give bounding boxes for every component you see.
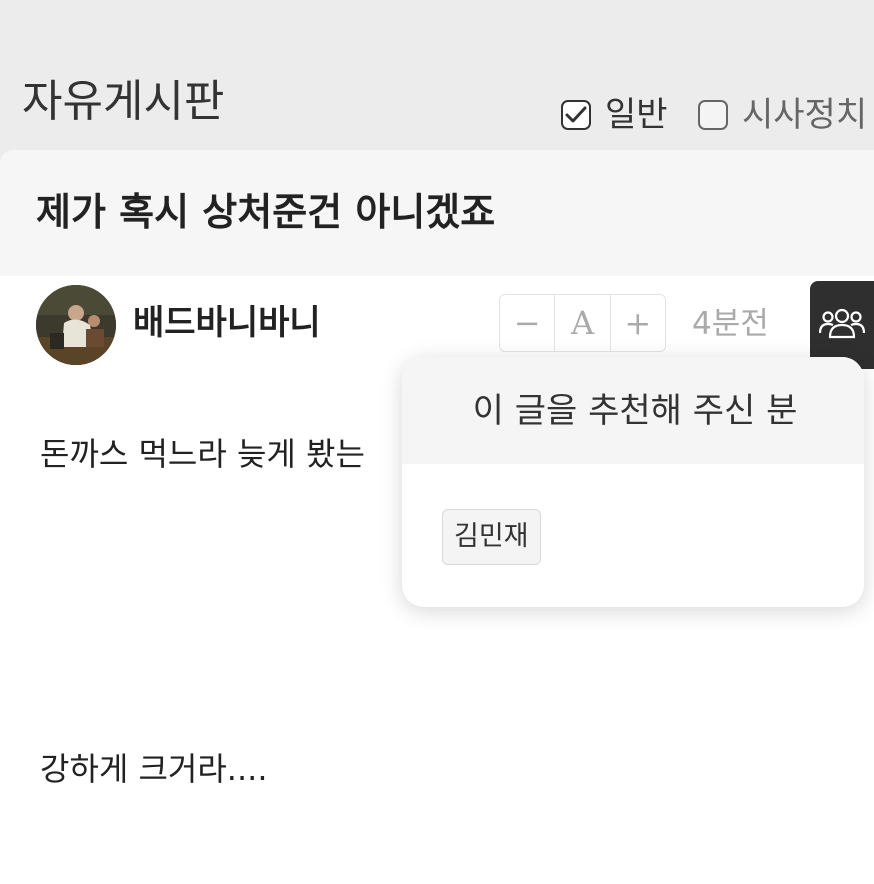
font-decrease-button[interactable]: − xyxy=(500,295,554,351)
checkbox-empty-icon[interactable] xyxy=(698,100,728,130)
recommender-chip[interactable]: 김민재 xyxy=(442,509,541,565)
category-filter-general[interactable]: 일반 xyxy=(561,93,668,137)
board-header: 자유게시판 일반 시사정치 xyxy=(0,0,874,150)
recommenders-popover: 이 글을 추천해 주신 분 김민재 xyxy=(402,357,864,607)
checkbox-checked-icon[interactable] xyxy=(561,100,591,130)
post-paragraph: 돈까스 먹느라 늦게 봤는 xyxy=(40,435,365,473)
font-reset-button[interactable]: A xyxy=(554,295,609,351)
avatar[interactable] xyxy=(36,285,116,365)
post-title-bar: 제가 혹시 상처준건 아니겠죠 xyxy=(0,150,874,276)
post-paragraph: 강하게 크거라.... xyxy=(40,750,268,788)
popover-title: 이 글을 추천해 주신 분 xyxy=(472,390,798,431)
font-increase-button[interactable]: + xyxy=(609,295,665,351)
author-name[interactable]: 배드바니바니 xyxy=(133,298,321,348)
post-time: 4분전 xyxy=(692,306,769,342)
recommenders-button[interactable] xyxy=(810,281,874,369)
font-size-control: − A + xyxy=(499,294,666,352)
board-title: 자유게시판 xyxy=(22,76,225,127)
category-label: 일반 xyxy=(605,95,668,135)
popover-body: 김민재 xyxy=(402,464,864,565)
users-icon xyxy=(818,303,866,347)
post-title: 제가 혹시 상처준건 아니겠죠 xyxy=(36,190,496,234)
category-label: 시사정치 xyxy=(742,95,868,135)
category-filter-politics[interactable]: 시사정치 xyxy=(698,93,867,137)
popover-header: 이 글을 추천해 주신 분 xyxy=(402,357,864,464)
